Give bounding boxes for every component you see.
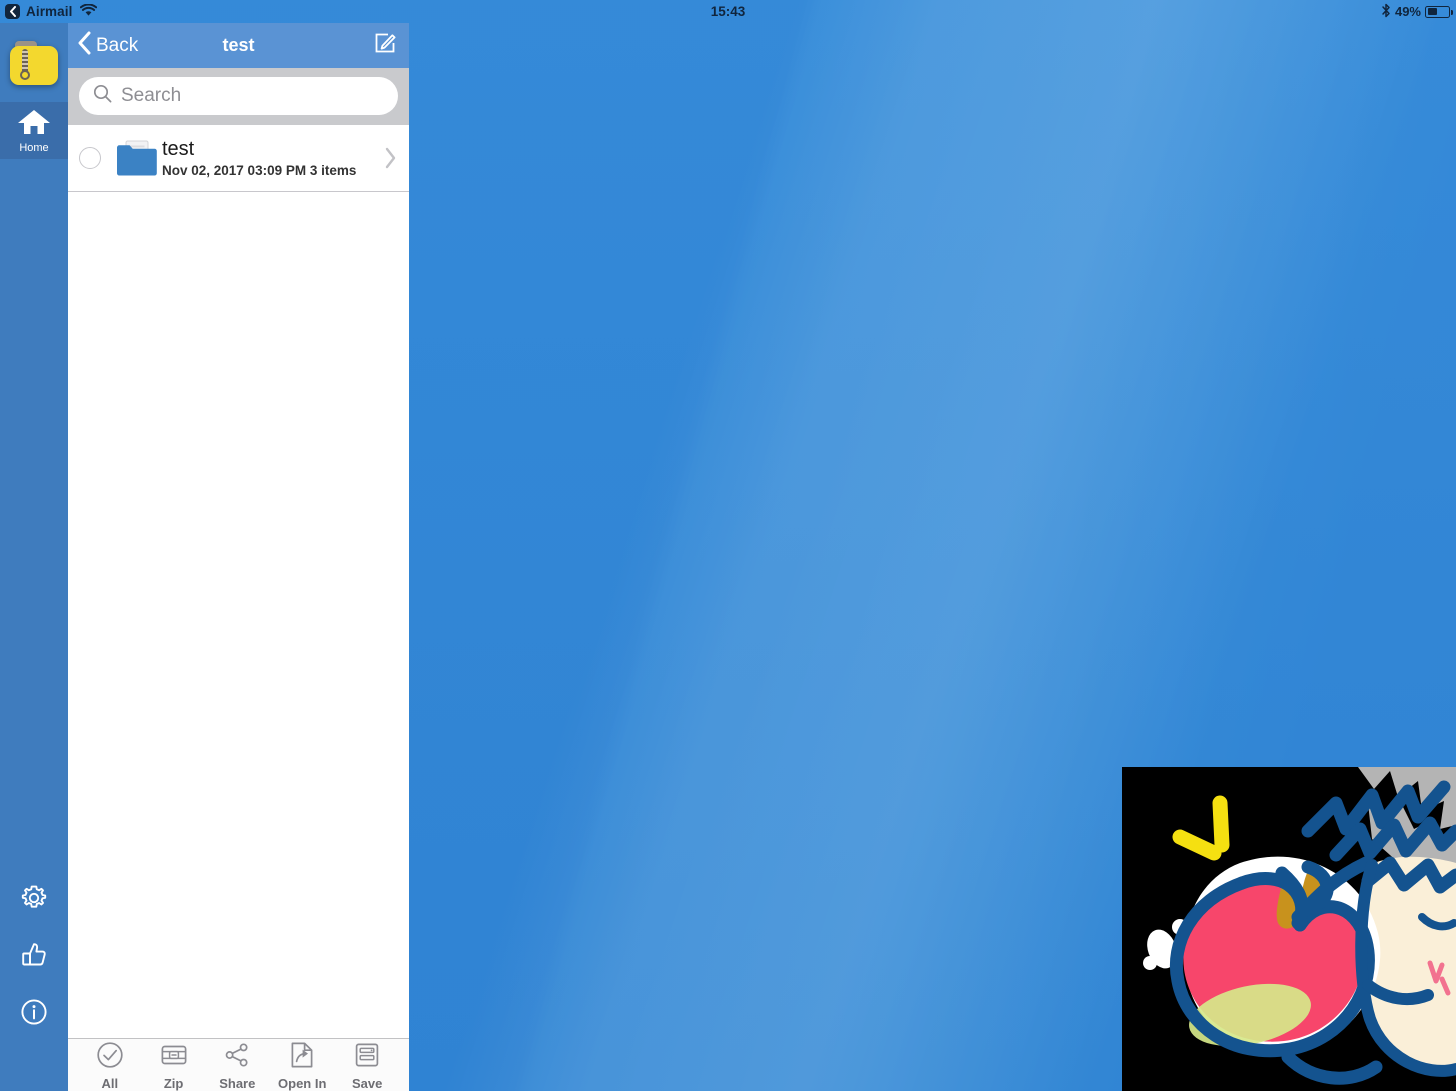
app-icon-zipper-pull xyxy=(20,69,30,80)
chevron-right-icon[interactable] xyxy=(378,147,397,169)
zip-box-icon xyxy=(160,1041,188,1074)
battery-fill xyxy=(1427,8,1438,15)
thumbs-up-icon[interactable] xyxy=(19,940,49,970)
search-input[interactable] xyxy=(121,85,384,107)
compose-button[interactable] xyxy=(373,31,397,60)
sidebar-item-home-label: Home xyxy=(19,141,49,154)
status-bar-clock: 15:43 xyxy=(710,4,746,19)
save-label: Save xyxy=(351,1075,383,1091)
search-icon xyxy=(93,84,112,108)
share-icon xyxy=(223,1041,251,1074)
app-window: Home Back test Search test Nov 02, 2017 … xyxy=(0,23,409,1091)
home-icon xyxy=(17,108,51,141)
app-icon-container xyxy=(0,23,68,102)
select-all-label: All xyxy=(101,1075,119,1091)
app-icon-folder-body xyxy=(10,45,58,85)
search-bar-container xyxy=(68,68,409,125)
info-circle-icon[interactable] xyxy=(19,997,49,1027)
select-all-button[interactable]: All xyxy=(87,1041,133,1090)
zip-label: Zip xyxy=(163,1075,184,1091)
zip-button[interactable]: Zip xyxy=(151,1041,197,1090)
save-list-icon xyxy=(354,1041,380,1074)
share-label: Share xyxy=(219,1075,256,1091)
file-browser-panel: Back test Search test Nov 02, 2017 03:09… xyxy=(68,23,409,1091)
open-in-button[interactable]: Open In xyxy=(278,1041,326,1090)
open-in-icon xyxy=(289,1041,315,1074)
check-circle-icon xyxy=(96,1041,124,1074)
search-box[interactable] xyxy=(79,77,398,115)
app-sidebar: Home xyxy=(0,23,68,1091)
back-button-label: Back xyxy=(96,34,139,56)
navigation-bar: Back test xyxy=(68,23,409,68)
zip-folder-app-icon[interactable] xyxy=(10,40,58,85)
sidebar-item-home[interactable]: Home xyxy=(0,102,68,159)
bottom-toolbar: All Zip Share Open In Save xyxy=(68,1038,409,1091)
unchecked-circle-icon xyxy=(79,147,101,169)
save-button[interactable]: Save xyxy=(344,1041,390,1090)
share-button[interactable]: Share xyxy=(214,1041,260,1090)
table-row[interactable]: test Nov 02, 2017 03:09 PM 3 items xyxy=(68,125,409,192)
row-select-checkbox[interactable] xyxy=(68,147,112,169)
row-text-block: test Nov 02, 2017 03:09 PM 3 items xyxy=(162,139,378,178)
back-button[interactable]: Back xyxy=(78,31,138,60)
gear-icon[interactable] xyxy=(19,883,49,913)
sidebar-bottom-actions xyxy=(0,883,68,1027)
file-meta: Nov 02, 2017 03:09 PM 3 items xyxy=(162,162,357,178)
open-in-label: Open In xyxy=(278,1075,327,1091)
folder-icon xyxy=(112,138,162,178)
status-bar: Airmail 15:43 49% xyxy=(0,0,1456,23)
compose-icon xyxy=(373,31,397,60)
battery-icon xyxy=(1425,5,1453,18)
chevron-left-icon xyxy=(78,31,92,60)
anime-apple-illustration xyxy=(1122,767,1456,1091)
file-name: test xyxy=(162,137,195,160)
file-list: test Nov 02, 2017 03:09 PM 3 items xyxy=(68,125,409,1038)
